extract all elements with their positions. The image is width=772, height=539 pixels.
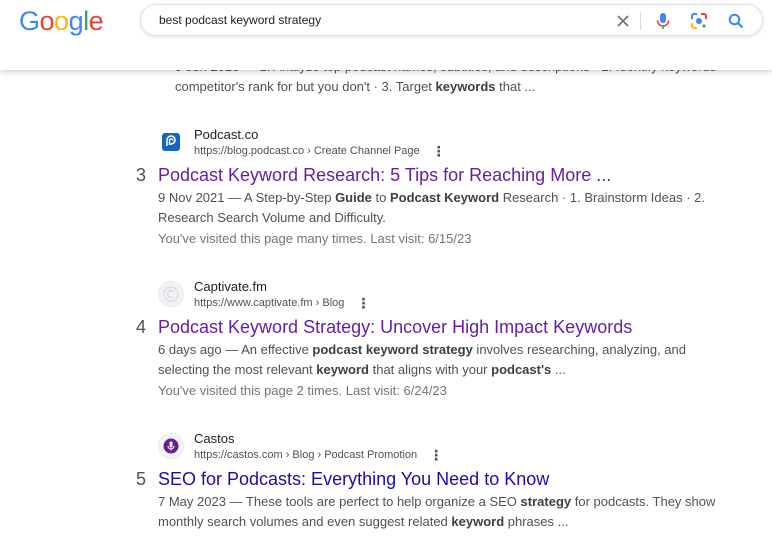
more-vert-icon[interactable]: ⋮ — [429, 448, 443, 462]
result-url-text: https://blog.podcast.co › Create Channel… — [194, 145, 420, 157]
snippet-text: to — [371, 190, 390, 205]
logo-letter: e — [88, 6, 104, 36]
results-list: 9 Jun 2023 — 1. Analyze top podcast name… — [0, 0, 772, 539]
result-number: 4 — [136, 317, 147, 337]
more-vert-icon[interactable]: ⋮ — [432, 144, 446, 158]
snippet-bold: keyword — [451, 514, 505, 529]
result-date: 6 days ago — [158, 342, 222, 357]
close-icon[interactable] — [611, 9, 635, 33]
search-input[interactable] — [159, 11, 609, 29]
result-title-link[interactable]: Podcast Keyword Strategy: Uncover High I… — [158, 317, 632, 338]
snippet-bold: Guide — [335, 190, 372, 205]
search-box-divider — [640, 12, 641, 30]
snippet-text: — A Step-by-Step — [224, 190, 336, 205]
result-description: 9 Nov 2021 — A Step-by-Step Guide to Pod… — [158, 188, 718, 228]
result-description: 7 May 2023 — These tools are perfect to … — [158, 492, 718, 532]
snippet-bold: podcast keyword strategy — [312, 342, 473, 357]
snippet-bold: keyword — [316, 362, 369, 377]
snippet-bold: podcast's — [491, 362, 552, 377]
result-url-text: https://castos.com › Blog › Podcast Prom… — [194, 449, 418, 461]
logo-letter: o — [54, 6, 69, 36]
snippet-bold: keywords — [435, 79, 496, 94]
snippet-text: phrases ... — [504, 514, 569, 529]
result-site-name: Castos — [194, 431, 235, 446]
result-url[interactable]: https://blog.podcast.co › Create Channel… — [194, 144, 446, 158]
castos-favicon — [158, 433, 184, 459]
result-number: 5 — [136, 469, 147, 489]
snippet-text: that aligns with your — [369, 362, 492, 377]
partial-result-snippet-bottom: competitor's rank for but you don't · 3.… — [175, 79, 535, 94]
microphone-icon[interactable] — [651, 9, 675, 33]
podcast-co-logo-icon — [162, 133, 180, 151]
more-vert-icon[interactable]: ⋮ — [356, 296, 370, 310]
captivate-logo-icon — [163, 286, 179, 302]
result-url[interactable]: https://www.captivate.fm › Blog ⋮ — [194, 296, 370, 310]
result-title-link[interactable]: Podcast Keyword Research: 5 Tips for Rea… — [158, 165, 611, 186]
result-description: 6 days ago — An effective podcast keywor… — [158, 340, 718, 380]
result-number: 3 — [136, 165, 147, 185]
logo-letter: g — [68, 6, 84, 36]
search-icon[interactable] — [724, 9, 748, 33]
result-date: 9 Nov 2021 — [158, 190, 225, 205]
search-header: Google — [0, 0, 772, 70]
google-logo[interactable]: Google — [19, 6, 104, 37]
result-date: 7 May 2023 — [158, 494, 226, 509]
snippet-text: — These tools are perfect to help organi… — [225, 494, 521, 509]
search-box[interactable] — [140, 4, 763, 36]
logo-letter: G — [19, 6, 40, 36]
camera-lens-icon[interactable] — [687, 9, 711, 33]
snippet-bold: strategy — [520, 494, 572, 509]
logo-letter: o — [39, 6, 55, 36]
result-url-text: https://www.captivate.fm › Blog — [194, 297, 345, 309]
result-title-link[interactable]: SEO for Podcasts: Everything You Need to… — [158, 469, 549, 490]
visit-history: You've visited this page many times. Las… — [158, 231, 472, 246]
snippet-text: — An effective — [221, 342, 313, 357]
snippet-bold: Podcast Keyword — [389, 190, 500, 205]
result-url[interactable]: https://castos.com › Blog › Podcast Prom… — [194, 448, 443, 462]
result-site-name: Podcast.co — [194, 127, 259, 142]
podcast-co-favicon — [158, 129, 184, 155]
snippet-text: competitor's rank for but you don't · 3.… — [175, 79, 436, 94]
snippet-text: that ... — [495, 79, 536, 94]
result-site-name: Captivate.fm — [194, 279, 267, 294]
castos-logo-icon — [163, 438, 179, 454]
snippet-text: ... — [551, 362, 566, 377]
search-results-page: 9 Jun 2023 — 1. Analyze top podcast name… — [0, 0, 772, 539]
visit-history: You've visited this page 2 times. Last v… — [158, 383, 447, 398]
captivate-favicon — [158, 281, 184, 307]
